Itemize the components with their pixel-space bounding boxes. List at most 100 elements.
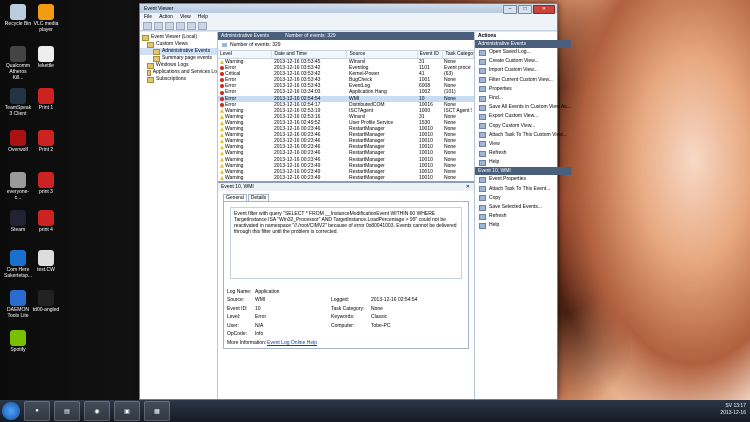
up-button[interactable] <box>165 21 174 30</box>
desktop-icon[interactable]: test.CW <box>32 250 60 273</box>
close-detail-icon[interactable]: ✕ <box>466 184 470 190</box>
app-icon <box>10 130 26 146</box>
show-action-pane-button[interactable] <box>198 21 207 30</box>
toolbar <box>140 21 557 31</box>
desktop-icon[interactable]: td00-angled <box>32 290 60 313</box>
clock-date[interactable]: 2013-12-16 <box>720 410 746 416</box>
action-label: Export Custom View... <box>489 113 539 120</box>
action-item[interactable]: Attach Task To This Custom View... <box>475 131 571 140</box>
actions-section-event[interactable]: Event 10, WMI <box>475 167 571 176</box>
event-log-online-help-link[interactable]: Event Log Online Help <box>267 339 317 348</box>
desktop-icon[interactable]: Spotify <box>4 330 32 353</box>
column-level[interactable]: Level <box>218 51 273 58</box>
action-item[interactable]: Filter Current Custom View... <box>475 76 571 85</box>
action-item[interactable]: Event Properties <box>475 175 571 184</box>
taskbar-firefox-icon[interactable]: ● <box>24 401 50 421</box>
action-item[interactable]: Import Custom View... <box>475 66 571 75</box>
property-row: OpCode: Info <box>227 330 462 339</box>
window-title: Event Viewer <box>144 5 174 12</box>
desktop-icon[interactable]: print 4 <box>32 210 60 233</box>
taskbar-spotify-icon[interactable]: ◉ <box>84 401 110 421</box>
property-label: Logged: <box>331 297 350 304</box>
action-item[interactable]: Attach Task To This Event... <box>475 185 571 194</box>
menu-file[interactable]: File <box>144 14 152 20</box>
menu-action[interactable]: Action <box>159 14 173 20</box>
action-item[interactable]: Save All Events in Custom View As... <box>475 103 571 112</box>
action-item[interactable]: Refresh <box>475 149 571 158</box>
clock-time[interactable]: 13:17 <box>733 403 746 409</box>
close-button[interactable]: ✕ <box>533 5 555 14</box>
action-icon <box>479 49 486 56</box>
desktop-icon[interactable]: VLC media player <box>32 4 60 33</box>
property-label: Log Name: <box>227 288 252 295</box>
desktop-icon[interactable]: everyone-c... <box>4 172 32 201</box>
tab-general[interactable]: General <box>223 193 247 201</box>
start-button[interactable] <box>2 402 20 420</box>
action-item[interactable]: Copy Custom View... <box>475 122 571 131</box>
taskbar-explorer-icon[interactable]: ▤ <box>54 401 80 421</box>
error-icon <box>220 102 224 107</box>
desktop-icons: Recycle Bin VLC media player Qualcomm Athe… <box>0 0 60 400</box>
desktop-icon[interactable]: TeamSpeak 3 Client <box>4 88 32 117</box>
app-icon <box>38 88 54 104</box>
tree-applications-services-logs[interactable]: Applications and Services Lo <box>140 69 217 76</box>
property-value: 10 <box>255 305 261 312</box>
action-item[interactable]: Find... <box>475 94 571 103</box>
property-label <box>331 288 371 297</box>
tab-details[interactable]: Details <box>247 193 270 201</box>
action-item[interactable]: Refresh <box>475 212 571 221</box>
desktop-icon[interactable]: Qualcomm Atheros Kill... <box>4 46 32 81</box>
tree-administrative-events[interactable]: Administrative Events <box>140 48 217 55</box>
minimize-button[interactable]: – <box>503 5 517 14</box>
desktop-icon[interactable]: Print 2 <box>32 130 60 153</box>
tree-windows-logs[interactable]: Windows Logs <box>140 62 217 69</box>
desktop-icon[interactable]: Recycle Bin <box>4 4 32 27</box>
menu-help[interactable]: Help <box>198 14 208 20</box>
actions-section-administrative-events[interactable]: Administrative Events <box>475 40 571 48</box>
desktop-icon-label: Qualcomm Atheros Kill... <box>5 63 31 81</box>
taskbar-paint-icon[interactable]: ▦ <box>144 401 170 421</box>
action-item[interactable]: Help <box>475 221 571 230</box>
column-date-time[interactable]: Date and Time <box>272 51 348 58</box>
window-titlebar[interactable]: Event Viewer – □ ✕ <box>140 4 557 14</box>
back-button[interactable] <box>143 21 152 30</box>
menu-view[interactable]: View <box>180 14 191 20</box>
desktop-icon[interactable]: DAEMON Tools Lite <box>4 290 32 319</box>
desktop-icon-label: VLC media player <box>33 21 59 33</box>
column-task-category[interactable]: Task Catego <box>443 51 474 58</box>
action-item[interactable]: Copy <box>475 194 571 203</box>
warning-icon <box>220 108 224 113</box>
show-hide-tree-button[interactable] <box>176 21 185 30</box>
action-item[interactable]: Create Custom View... <box>475 57 571 66</box>
tree-event-viewer-local[interactable]: Event Viewer (Local) <box>140 34 217 41</box>
desktop-icon-label: Print 1 <box>38 105 54 111</box>
taskbar-event-viewer-icon[interactable]: ▣ <box>114 401 140 421</box>
language-indicator[interactable]: SV <box>725 403 732 409</box>
action-item[interactable]: Save Selected Events... <box>475 203 571 212</box>
action-item[interactable]: Properties <box>475 85 571 94</box>
tree-subscriptions[interactable]: Subscriptions <box>140 76 217 83</box>
desktop-icon[interactable]: Com Here Sakertetsp... <box>4 250 32 279</box>
action-item[interactable]: Help <box>475 158 571 167</box>
action-item[interactable]: Open Saved Log... <box>475 48 571 57</box>
critical-icon <box>220 72 224 77</box>
column-event-id[interactable]: Event ID <box>418 51 444 58</box>
maximize-button[interactable]: □ <box>518 5 532 14</box>
tree-summary-page-events[interactable]: Summary page events <box>140 55 217 62</box>
column-source[interactable]: Source <box>347 51 418 58</box>
action-item[interactable]: View <box>475 140 571 149</box>
action-icon <box>479 104 486 111</box>
desktop-icon[interactable]: print 3 <box>32 172 60 195</box>
action-item[interactable]: Export Custom View... <box>475 112 571 121</box>
app-icon <box>38 4 54 20</box>
desktop-icon[interactable]: Overwolf <box>4 130 32 153</box>
tree-custom-views[interactable]: Custom Views <box>140 41 217 48</box>
action-icon <box>479 132 486 139</box>
help-button[interactable] <box>187 21 196 30</box>
desktop-icon[interactable]: lekettle <box>32 46 60 69</box>
forward-button[interactable] <box>154 21 163 30</box>
desktop-icon-label: DAEMON Tools Lite <box>7 307 29 319</box>
desktop-icon[interactable]: Steam <box>4 210 32 233</box>
desktop-icon[interactable]: Print 1 <box>32 88 60 111</box>
detail-title: Event 10, WMI <box>221 183 254 190</box>
